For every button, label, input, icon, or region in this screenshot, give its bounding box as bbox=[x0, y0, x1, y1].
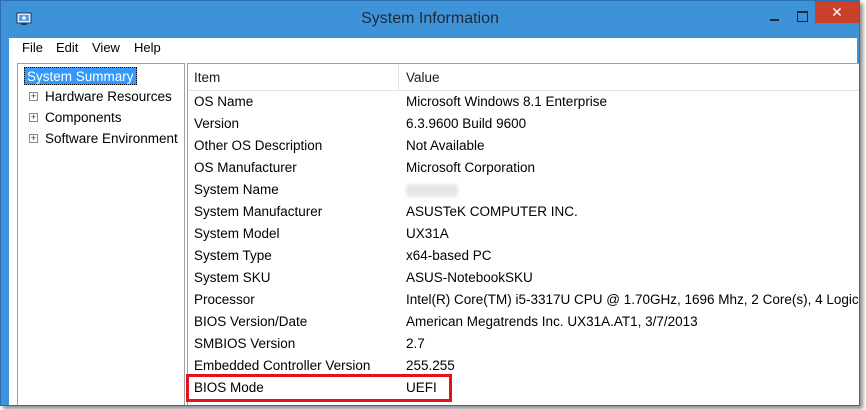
item-cell: Other OS Description bbox=[194, 138, 323, 153]
value-cell: 6.3.9600 Build 9600 bbox=[406, 116, 527, 131]
tree-item-label: Hardware Resources bbox=[45, 89, 172, 104]
value-cell: Not Available bbox=[406, 138, 485, 153]
value-cell: 2.7 bbox=[406, 336, 425, 351]
menu-view[interactable]: View bbox=[90, 40, 122, 55]
window-title: System Information bbox=[361, 10, 499, 27]
maximize-icon bbox=[796, 11, 808, 22]
tree-item-label: Components bbox=[45, 110, 122, 125]
maximize-button[interactable] bbox=[791, 7, 813, 27]
tree-item-label: System Summary bbox=[24, 67, 137, 85]
table-row[interactable]: System Name bbox=[188, 179, 859, 201]
expand-icon[interactable]: + bbox=[29, 113, 38, 122]
menu-edit[interactable]: Edit bbox=[54, 40, 80, 55]
item-cell: SMBIOS Version bbox=[194, 336, 296, 351]
value-cell: Microsoft Windows 8.1 Enterprise bbox=[406, 94, 608, 109]
item-cell: System Name bbox=[194, 182, 279, 197]
table-row[interactable]: System Manufacturer ASUSTeK COMPUTER INC… bbox=[188, 201, 859, 223]
item-cell: Embedded Controller Version bbox=[194, 358, 371, 373]
minimize-icon bbox=[769, 19, 779, 21]
column-header-value[interactable]: Value bbox=[406, 70, 440, 85]
bios-mode-highlight bbox=[186, 374, 452, 402]
close-icon: ✕ bbox=[831, 4, 843, 20]
value-cell: x64-based PC bbox=[406, 248, 492, 263]
system-information-window: System Information ✕ File Edit View Help… bbox=[0, 0, 860, 406]
item-cell: BIOS Version/Date bbox=[194, 314, 308, 329]
value-cell: American Megatrends Inc. UX31A.AT1, 3/7/… bbox=[406, 314, 698, 329]
value-cell: ASUSTeK COMPUTER INC. bbox=[406, 204, 578, 219]
item-cell: OS Name bbox=[194, 94, 254, 109]
expand-icon[interactable]: + bbox=[29, 134, 38, 143]
table-row[interactable]: SMBIOS Version 2.7 bbox=[188, 333, 859, 355]
table-row[interactable]: System SKU ASUS-NotebookSKU bbox=[188, 267, 859, 289]
column-header-item[interactable]: Item bbox=[194, 70, 220, 85]
value-cell: 255.255 bbox=[406, 358, 455, 373]
table-row[interactable]: System Model UX31A bbox=[188, 223, 859, 245]
expand-icon[interactable]: + bbox=[29, 92, 38, 101]
client-area: File Edit View Help System Summary + Har… bbox=[9, 38, 860, 405]
table-row[interactable]: Processor Intel(R) Core(TM) i5-3317U CPU… bbox=[188, 289, 860, 311]
item-cell: OS Manufacturer bbox=[194, 160, 297, 175]
menu-file[interactable]: File bbox=[20, 40, 45, 55]
title-bar[interactable]: System Information ✕ bbox=[1, 1, 859, 39]
redacted-value bbox=[406, 184, 458, 197]
system-summary-list[interactable]: Item Value OS Name Microsoft Windows 8.1… bbox=[187, 63, 860, 405]
value-cell-redacted bbox=[406, 182, 458, 200]
value-cell: Microsoft Corporation bbox=[406, 160, 536, 175]
category-tree[interactable]: System Summary + Hardware Resources + Co… bbox=[17, 63, 185, 405]
item-cell: System Manufacturer bbox=[194, 204, 323, 219]
table-row[interactable]: System Type x64-based PC bbox=[188, 245, 859, 267]
column-header: Item Value bbox=[188, 64, 859, 91]
item-cell: Processor bbox=[194, 292, 255, 307]
table-row[interactable]: Other OS Description Not Available bbox=[188, 135, 859, 157]
item-cell: System SKU bbox=[194, 270, 271, 285]
tree-item-label: Software Environment bbox=[45, 131, 178, 146]
item-cell: Version bbox=[194, 116, 240, 131]
minimize-button[interactable] bbox=[763, 7, 785, 27]
item-cell: System Model bbox=[194, 226, 280, 241]
column-divider[interactable] bbox=[398, 64, 399, 90]
value-cell: Intel(R) Core(TM) i5-3317U CPU @ 1.70GHz… bbox=[406, 292, 860, 307]
value-cell: UX31A bbox=[406, 226, 449, 241]
menu-help[interactable]: Help bbox=[132, 40, 163, 55]
close-button[interactable]: ✕ bbox=[815, 1, 859, 23]
table-row[interactable]: Version 6.3.9600 Build 9600 bbox=[188, 113, 859, 135]
table-row[interactable]: BIOS Version/Date American Megatrends In… bbox=[188, 311, 859, 333]
table-row[interactable]: OS Manufacturer Microsoft Corporation bbox=[188, 157, 859, 179]
item-cell: System Type bbox=[194, 248, 272, 263]
value-cell: ASUS-NotebookSKU bbox=[406, 270, 533, 285]
menu-bar: File Edit View Help bbox=[9, 38, 857, 58]
table-row[interactable]: OS Name Microsoft Windows 8.1 Enterprise bbox=[188, 91, 859, 113]
